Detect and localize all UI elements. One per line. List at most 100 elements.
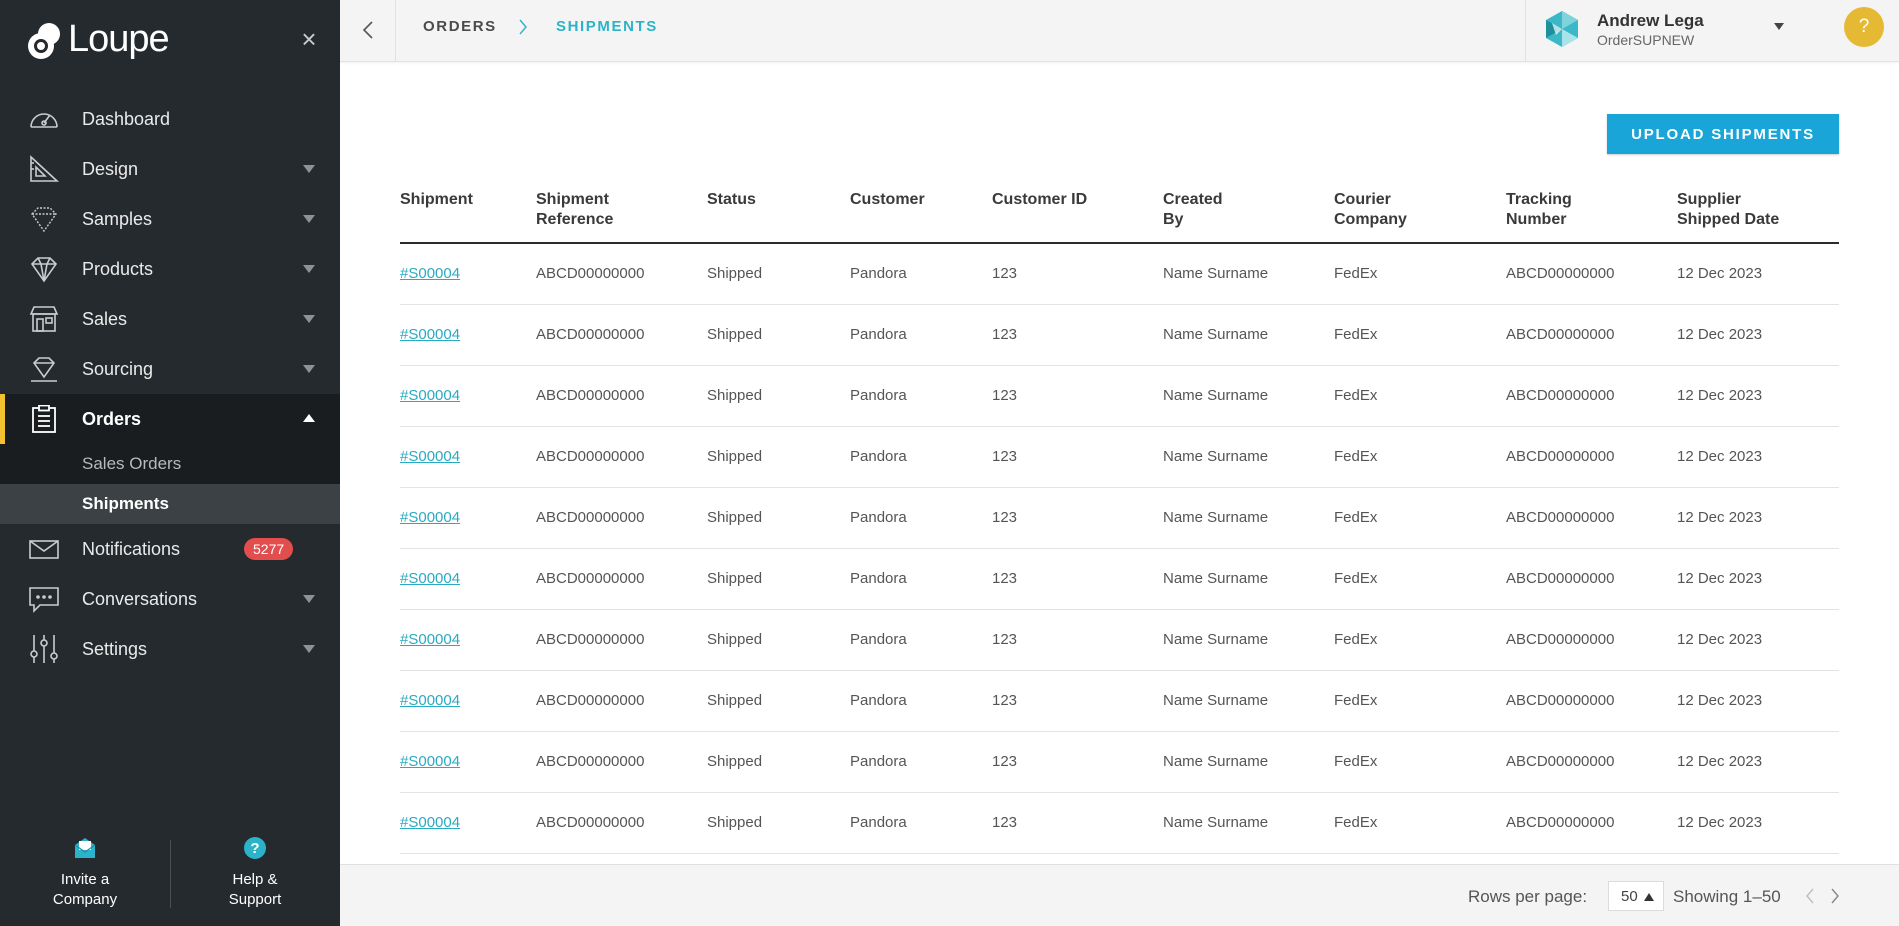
column-header-line: Reference [536, 211, 614, 228]
shipment-link[interactable]: #S00004 [400, 631, 460, 648]
cell-tracking-number: ABCD00000000 [1506, 387, 1615, 404]
sidebar-item-label: Notifications [82, 538, 181, 559]
top-bar: ORDERS SHIPMENTS Andrew Lega OrderSUPNEW… [340, 0, 1899, 62]
cell-customer-id: 123 [992, 509, 1018, 526]
cell-customer-id: 123 [992, 326, 1018, 343]
column-header-supplier-shipped-date: Supplier Shipped Date [1677, 190, 1779, 230]
shipments-table: Shipment Shipment Reference Status Customer C… [400, 188, 1839, 854]
column-header-line: Created [1163, 191, 1223, 208]
help-button[interactable]: ? [1844, 7, 1884, 47]
clipboard-icon [32, 405, 56, 433]
rows-per-page-select[interactable]: 50 [1608, 881, 1664, 911]
table-header: Shipment Shipment Reference Status Customer C… [400, 188, 1839, 244]
sidebar-item-sales[interactable]: Sales [0, 294, 340, 344]
sidebar-subitem-shipments[interactable]: Shipments [0, 484, 340, 524]
upload-shipments-button[interactable]: UPLOAD SHIPMENTS [1607, 114, 1839, 154]
table-row: #S00004 ABCD00000000 Shipped Pandora 123 Name… [400, 793, 1839, 854]
shipment-link[interactable]: #S00004 [400, 814, 460, 831]
cell-customer-id: 123 [992, 753, 1018, 770]
column-header-line: Supplier [1677, 191, 1742, 208]
chevron-right-icon [519, 19, 527, 35]
rows-per-page-label: Rows per page: [1468, 887, 1588, 906]
table-row: #S00004 ABCD00000000 Shipped Pandora 123 Name… [400, 427, 1839, 488]
sidebar-item-products[interactable]: Products [0, 244, 340, 294]
cell-tracking-number: ABCD00000000 [1506, 753, 1615, 770]
cell-courier-company: FedEx [1334, 753, 1378, 770]
column-header-line: By [1163, 211, 1184, 228]
cell-customer: Pandora [850, 387, 907, 404]
cell-tracking-number: ABCD00000000 [1506, 509, 1615, 526]
next-page-icon[interactable] [1830, 887, 1840, 905]
sidebar-item-settings[interactable]: Settings [0, 624, 340, 674]
sidebar-item-samples[interactable]: Samples [0, 194, 340, 244]
cell-supplier-shipped-date: 12 Dec 2023 [1677, 265, 1763, 282]
sliders-icon [30, 635, 58, 663]
cell-courier-company: FedEx [1334, 265, 1378, 282]
cell-customer-id: 123 [992, 387, 1018, 404]
column-header-line: Shipment [536, 191, 609, 208]
logo[interactable]: Loupe [24, 18, 170, 61]
help-support-link[interactable]: ? Help & Support [185, 836, 325, 910]
chevron-down-icon [1774, 23, 1784, 30]
chevron-down-icon [303, 595, 315, 603]
pagination-bar: Rows per page: 50 Showing 1–50 [340, 864, 1899, 926]
cell-shipment-reference: ABCD00000000 [536, 631, 645, 648]
shipment-link[interactable]: #S00004 [400, 753, 460, 770]
prev-page-icon[interactable] [1805, 887, 1815, 905]
sidebar-item-conversations[interactable]: Conversations [0, 574, 340, 624]
chevron-up-icon [303, 414, 315, 422]
invite-label: Invite a Company [52, 871, 118, 908]
column-header-line: Tracking [1506, 191, 1572, 208]
cell-customer-id: 123 [992, 692, 1018, 709]
diamond-icon [30, 257, 58, 283]
column-header-line: Customer [850, 191, 925, 208]
sidebar-item-orders[interactable]: Orders [0, 394, 340, 444]
close-sidebar-icon[interactable]: × [298, 26, 320, 52]
cell-courier-company: FedEx [1334, 448, 1378, 465]
avatar [1546, 11, 1578, 47]
sidebar-item-sourcing[interactable]: Sourcing [0, 344, 340, 394]
sidebar-subitem-sales-orders[interactable]: Sales Orders [0, 444, 340, 484]
back-button[interactable] [340, 0, 396, 62]
table-row: #S00004 ABCD00000000 Shipped Pandora 123 Name… [400, 671, 1839, 732]
help-label: Help & Support [228, 871, 282, 908]
chevron-down-icon [303, 165, 315, 173]
user-name: Andrew Lega [1597, 11, 1704, 30]
table-row: #S00004 ABCD00000000 Shipped Pandora 123 Name… [400, 305, 1839, 366]
breadcrumb-orders[interactable]: ORDERS [423, 18, 497, 35]
cell-shipment-reference: ABCD00000000 [536, 326, 645, 343]
invite-company-link[interactable]: Invite a Company [15, 836, 155, 910]
cell-customer: Pandora [850, 509, 907, 526]
sidebar-item-notifications[interactable]: Notifications 5277 [0, 524, 340, 574]
cell-shipment-reference: ABCD00000000 [536, 448, 645, 465]
cell-created-by: Name Surname [1163, 814, 1269, 831]
shipment-link[interactable]: #S00004 [400, 326, 460, 343]
cell-status: Shipped [707, 570, 763, 587]
table-row: #S00004 ABCD00000000 Shipped Pandora 123 Name… [400, 488, 1839, 549]
cell-customer-id: 123 [992, 265, 1018, 282]
shipment-link[interactable]: #S00004 [400, 387, 460, 404]
chat-bubble-icon [29, 587, 59, 613]
shipment-link[interactable]: #S00004 [400, 265, 460, 282]
column-header-status: Status [707, 190, 756, 210]
user-menu[interactable]: Andrew Lega OrderSUPNEW [1525, 0, 1805, 62]
cell-supplier-shipped-date: 12 Dec 2023 [1677, 753, 1763, 770]
shipment-link[interactable]: #S00004 [400, 570, 460, 587]
shipment-link[interactable]: #S00004 [400, 692, 460, 709]
cell-supplier-shipped-date: 12 Dec 2023 [1677, 631, 1763, 648]
cell-tracking-number: ABCD00000000 [1506, 692, 1615, 709]
cell-tracking-number: ABCD00000000 [1506, 570, 1615, 587]
cell-courier-company: FedEx [1334, 692, 1378, 709]
column-header-line: Number [1506, 211, 1567, 228]
cell-status: Shipped [707, 326, 763, 343]
sidebar-item-dashboard[interactable]: Dashboard [0, 94, 340, 144]
cell-supplier-shipped-date: 12 Dec 2023 [1677, 692, 1763, 709]
cell-supplier-shipped-date: 12 Dec 2023 [1677, 814, 1763, 831]
cell-shipment-reference: ABCD00000000 [536, 570, 645, 587]
notification-count-badge: 5277 [244, 538, 294, 560]
cell-supplier-shipped-date: 12 Dec 2023 [1677, 387, 1763, 404]
sidebar-item-design[interactable]: Design [0, 144, 340, 194]
shipment-link[interactable]: #S00004 [400, 448, 460, 465]
shipment-link[interactable]: #S00004 [400, 509, 460, 526]
sidebar-item-label: Conversations [82, 588, 198, 609]
